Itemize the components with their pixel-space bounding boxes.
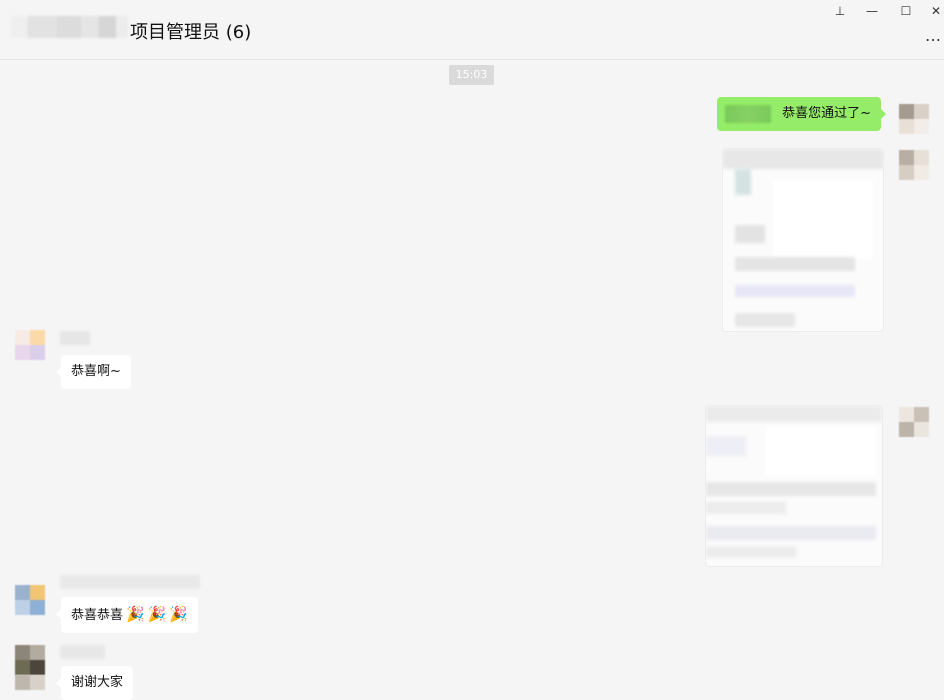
blurred-group-name — [10, 16, 128, 38]
blurred-sender-name — [60, 575, 200, 589]
blurred-sender-name — [60, 331, 90, 345]
maximize-icon[interactable]: ☐ — [896, 2, 916, 20]
message-text: 恭喜您通过了~ — [782, 106, 871, 121]
self-avatar[interactable] — [899, 407, 929, 437]
incoming-message[interactable]: 谢谢大家 — [55, 666, 134, 700]
more-options-icon[interactable]: … — [925, 26, 942, 45]
incoming-message[interactable]: 恭喜恭喜 🎉 🎉 🎉 — [55, 597, 199, 633]
self-avatar[interactable] — [899, 104, 929, 134]
member-avatar-lower — [15, 660, 45, 690]
pin-icon[interactable]: ⊥ — [830, 2, 850, 20]
message-text: 恭喜恭喜 — [71, 608, 124, 623]
chat-title[interactable]: 项目管理员 (6) — [130, 18, 251, 44]
party-popper-icon: 🎉 — [126, 605, 145, 623]
blurred-sender-name — [60, 645, 105, 659]
outgoing-shared-card[interactable] — [705, 405, 883, 567]
member-avatar[interactable] — [15, 585, 45, 615]
minimize-icon[interactable]: — — [862, 2, 882, 20]
time-divider: 15:03 — [449, 65, 494, 85]
member-avatar[interactable] — [15, 330, 45, 360]
outgoing-shared-card[interactable] — [722, 148, 884, 332]
chat-header: 项目管理员 (6) — [0, 0, 944, 60]
party-popper-icon: 🎉 — [147, 605, 167, 623]
party-popper-icon: 🎉 — [169, 605, 189, 623]
close-icon[interactable]: ✕ — [926, 2, 944, 20]
self-avatar[interactable] — [899, 150, 929, 180]
incoming-message[interactable]: 恭喜啊~ — [56, 355, 131, 389]
blurred-mention — [725, 105, 772, 123]
outgoing-message[interactable]: 恭喜您通过了~ — [717, 97, 886, 131]
